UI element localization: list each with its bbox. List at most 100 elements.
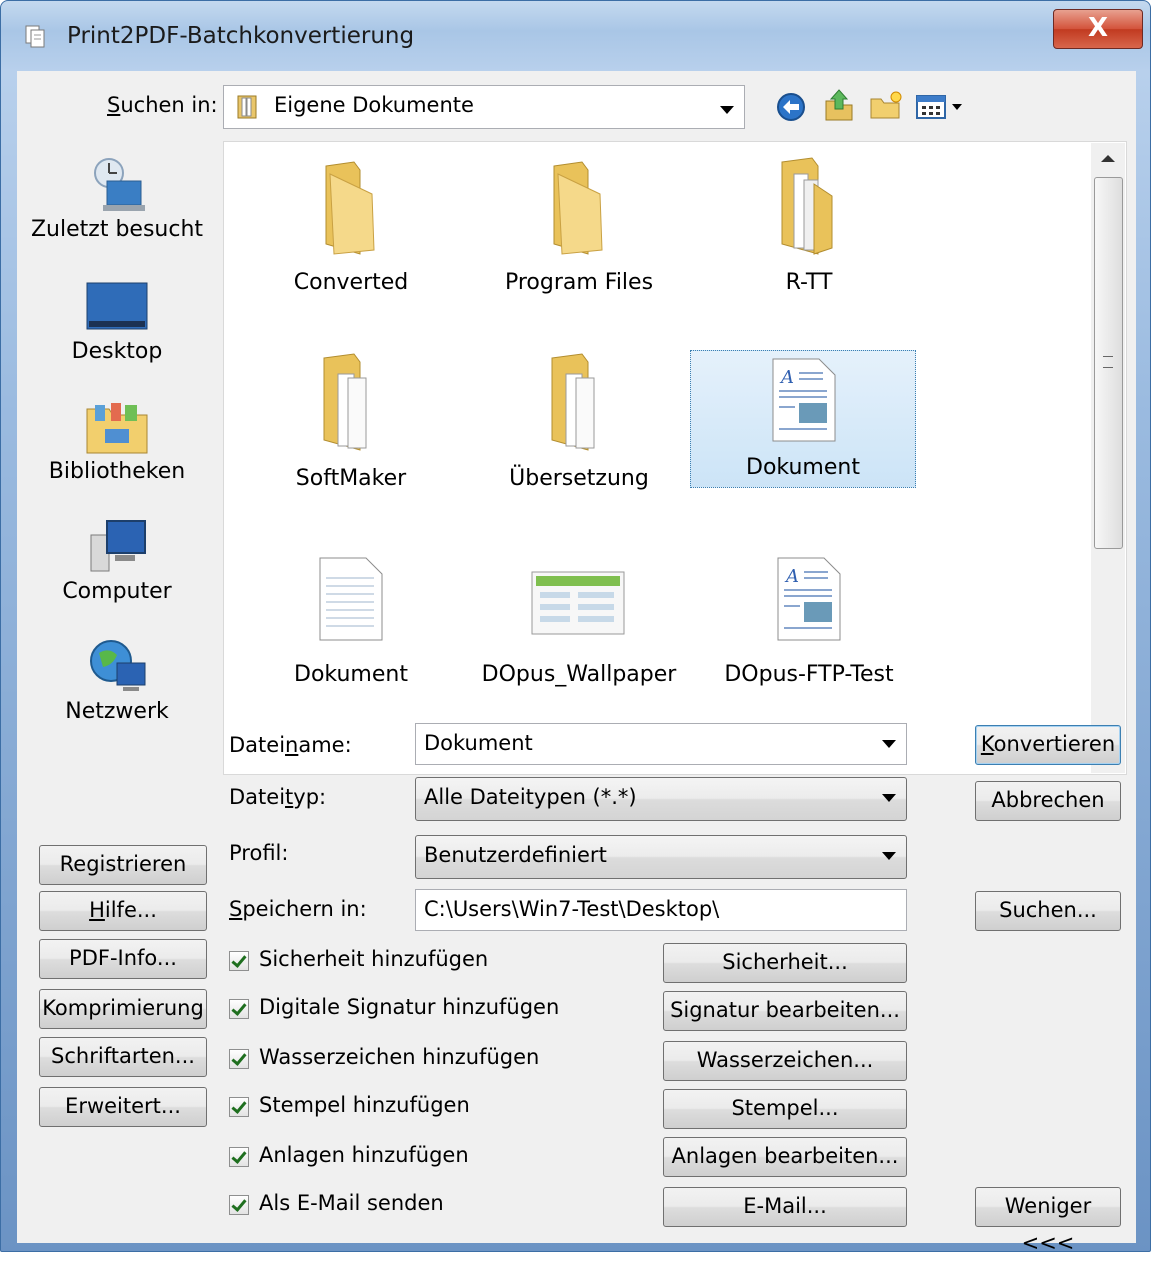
stamp-checkbox[interactable]	[229, 1097, 249, 1117]
cancel-button[interactable]: Abbrechen	[975, 781, 1121, 821]
place-libraries[interactable]: Bibliotheken	[23, 397, 215, 497]
filename-label-accel: n	[285, 733, 299, 757]
filetype-value: Alle Dateitypen (*.*)	[424, 785, 637, 809]
close-button[interactable]: X	[1053, 9, 1143, 49]
security-checkbox-label[interactable]: Sicherheit hinzufügen	[259, 947, 488, 971]
filetype-dropdown[interactable]: Alle Dateitypen (*.*)	[415, 777, 907, 821]
less-button[interactable]: Weniger <<<	[975, 1187, 1121, 1255]
stamp-checkbox-label[interactable]: Stempel hinzufügen	[259, 1093, 470, 1117]
profile-dropdown[interactable]: Benutzerdefiniert	[415, 835, 907, 879]
grip-icon	[1103, 356, 1113, 368]
watermark-button[interactable]: Wasserzeichen...	[663, 1041, 907, 1081]
file-list-view[interactable]: Converted Program Files R-TT SoftMaker Ü…	[223, 141, 1127, 775]
folder-with-files-icon	[781, 157, 833, 255]
email-checkbox[interactable]	[229, 1195, 249, 1215]
title-bar[interactable]: Print2PDF-Batchkonvertierung X	[1, 1, 1150, 71]
chevron-down-icon	[882, 852, 896, 860]
email-button[interactable]: E-Mail...	[663, 1187, 907, 1227]
file-name: Übersetzung	[509, 466, 649, 491]
stamp-button[interactable]: Stempel...	[663, 1089, 907, 1129]
register-button[interactable]: Registrieren	[39, 845, 207, 885]
file-item[interactable]: Program Files	[474, 154, 684, 314]
file-item[interactable]: DOpus_Wallpaper	[474, 548, 684, 708]
chevron-down-icon	[720, 106, 734, 114]
edit-signature-button[interactable]: Signatur bearbeiten...	[663, 991, 907, 1031]
svg-text:A: A	[779, 367, 794, 388]
filetype-label-b: yp:	[293, 785, 327, 809]
filename-label: Dateiname:	[229, 733, 352, 757]
place-recent[interactable]: Zuletzt besucht	[23, 155, 215, 255]
look-in-dropdown[interactable]: Eigene Dokumente	[223, 85, 745, 129]
security-button[interactable]: Sicherheit...	[663, 943, 907, 983]
attachments-checkbox-label[interactable]: Anlagen hinzufügen	[259, 1143, 469, 1167]
security-checkbox[interactable]	[229, 951, 249, 971]
help-button[interactable]: Hilfe...	[39, 891, 207, 931]
place-computer[interactable]: Computer	[23, 517, 215, 617]
convert-button[interactable]: Konvertieren	[975, 725, 1121, 765]
watermark-checkbox-label[interactable]: Wasserzeichen hinzufügen	[259, 1045, 539, 1069]
up-folder-icon[interactable]	[823, 87, 855, 123]
profile-label: Profil:	[229, 841, 289, 865]
new-folder-icon[interactable]	[869, 89, 903, 121]
filetype-label: Dateityp:	[229, 785, 326, 809]
place-label: Desktop	[71, 339, 163, 364]
dialog-window: Print2PDF-Batchkonvertierung X Suchen in…	[0, 0, 1151, 1255]
desktop-icon	[86, 282, 148, 330]
view-menu-icon[interactable]	[915, 93, 971, 121]
fonts-button[interactable]: Schriftarten...	[39, 1037, 207, 1077]
convert-label-a: o	[993, 732, 1007, 756]
network-icon	[90, 640, 146, 691]
look-in-label: Suchen in:	[107, 93, 218, 117]
file-item[interactable]: Converted	[246, 154, 456, 314]
text-document-icon	[319, 557, 383, 641]
save-in-label: Speichern in:	[229, 897, 367, 921]
word-document-icon: A	[777, 557, 841, 641]
signature-checkbox[interactable]	[229, 999, 249, 1019]
file-name: R-TT	[785, 270, 833, 295]
folder-with-files-icon	[551, 353, 595, 451]
file-item[interactable]: Übersetzung	[474, 350, 684, 510]
filetype-label-a: Datei	[229, 785, 286, 809]
profile-value: Benutzerdefiniert	[424, 843, 607, 867]
chevron-down-icon[interactable]	[882, 740, 896, 748]
file-item-selected[interactable]: A Dokument	[690, 350, 916, 488]
file-name: Converted	[293, 270, 409, 295]
file-item[interactable]: Dokument	[246, 548, 456, 708]
file-name: SoftMaker	[295, 466, 407, 491]
place-network[interactable]: Netzwerk	[23, 637, 215, 737]
place-label: Zuletzt besucht	[30, 217, 204, 242]
computer-icon	[90, 520, 146, 572]
save-in-field[interactable]: C:\Users\Win7-Test\Desktop\	[415, 889, 907, 931]
save-in-value: C:\Users\Win7-Test\Desktop\	[424, 897, 720, 921]
image-file-icon	[531, 571, 625, 635]
scroll-up-arrow-icon[interactable]	[1101, 155, 1115, 162]
place-desktop[interactable]: Desktop	[23, 277, 215, 377]
signature-checkbox-label[interactable]: Digitale Signatur hinzufügen	[259, 995, 559, 1019]
save-in-label-accel: S	[229, 897, 243, 921]
file-name: Program Files	[504, 270, 654, 295]
compression-button[interactable]: Komprimierung	[39, 989, 207, 1029]
filename-combobox[interactable]: Dokument	[415, 723, 907, 765]
folder-icon	[553, 161, 603, 255]
attachments-checkbox[interactable]	[229, 1147, 249, 1167]
file-item[interactable]: SoftMaker	[246, 350, 456, 510]
filename-label-b: ame:	[298, 733, 352, 757]
advanced-button[interactable]: Erweitert...	[39, 1087, 207, 1127]
file-item[interactable]: A DOpus-FTP-Test	[704, 548, 914, 708]
back-icon[interactable]	[775, 91, 807, 123]
filename-label-a: Datei	[229, 733, 286, 757]
edit-attachments-button[interactable]: Anlagen bearbeiten...	[663, 1137, 907, 1177]
search-button[interactable]: Suchen...	[975, 891, 1121, 931]
email-checkbox-label[interactable]: Als E-Mail senden	[259, 1191, 444, 1215]
scrollbar-thumb[interactable]	[1094, 177, 1123, 549]
chevron-down-icon	[882, 794, 896, 802]
watermark-checkbox[interactable]	[229, 1049, 249, 1069]
library-icon	[237, 95, 257, 119]
pdf-info-button[interactable]: PDF-Info...	[39, 939, 207, 979]
folder-with-files-icon	[323, 353, 367, 451]
file-list-scrollbar[interactable]	[1091, 143, 1125, 773]
file-item[interactable]: R-TT	[704, 154, 914, 314]
help-accel: H	[89, 898, 105, 922]
look-in-value: Eigene Dokumente	[274, 93, 474, 117]
convert-label-b: nvertieren	[1006, 732, 1116, 756]
